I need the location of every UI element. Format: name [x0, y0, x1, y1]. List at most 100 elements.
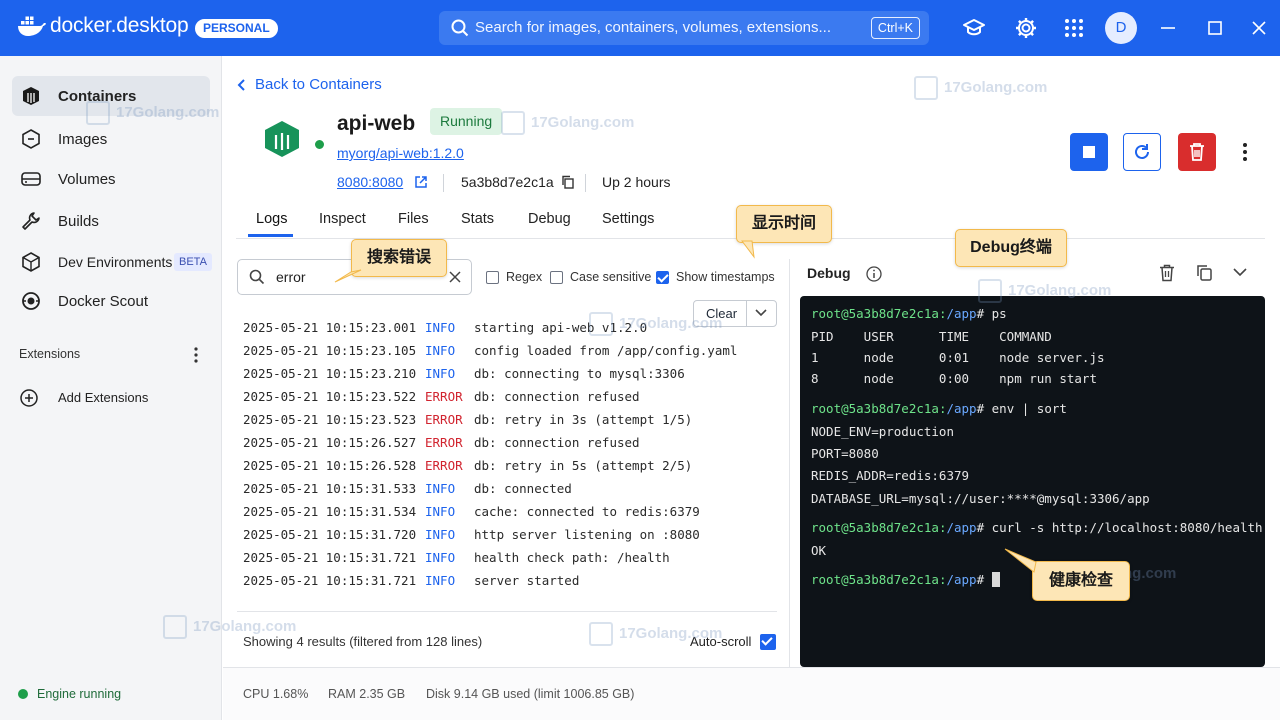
image-link[interactable]: myorg/api-web:1.2.0 [337, 145, 464, 161]
tab-files[interactable]: Files [398, 211, 429, 227]
containers-icon [23, 87, 39, 105]
sidebar-item-docker-scout[interactable]: Docker Scout [12, 281, 210, 321]
checkbox-label: Case sensitive [570, 270, 652, 284]
terminal-output-line: PORT=8080 [811, 446, 879, 461]
log-timestamp: 2025-05-21 10:15:31.533 [243, 481, 417, 496]
terminal-command: ps [991, 306, 1007, 321]
watermark-text: 17Golang.com [116, 103, 220, 121]
tab-inspect[interactable]: Inspect [319, 211, 366, 227]
port-link[interactable]: 8080:8080 [337, 174, 403, 190]
log-timestamp: 2025-05-21 10:15:23.210 [243, 366, 417, 381]
stop-icon [1083, 146, 1095, 158]
builds-wrench-icon [22, 212, 40, 230]
add-extensions-button[interactable]: Add Extensions [19, 388, 209, 410]
checkbox-label: Regex [506, 270, 543, 284]
restart-button[interactable] [1123, 133, 1161, 171]
sidebar-item-volumes[interactable]: Volumes [12, 159, 210, 199]
extensions-more-icon[interactable] [189, 346, 203, 364]
extensions-grid-icon[interactable] [1062, 16, 1086, 40]
log-message: db: retry in 3s (attempt 1/5) [474, 412, 693, 427]
log-level: INFO [425, 550, 456, 565]
terminal-command-line: root@5a3b8d7e2c1a:/app# ps [811, 306, 1007, 321]
log-timestamp: 2025-05-21 10:15:31.720 [243, 527, 417, 542]
log-message: health check path: /health [474, 550, 670, 565]
close-window-icon[interactable] [1248, 17, 1270, 39]
prompt-path: /app [946, 520, 977, 535]
user-avatar[interactable]: D [1105, 12, 1137, 44]
clear-search-icon[interactable] [449, 271, 461, 283]
delete-button[interactable] [1178, 133, 1216, 171]
search-placeholder: Search for images, containers, volumes, … [475, 19, 832, 36]
sidebar-item-label: Docker Scout [58, 292, 149, 310]
copy-icon[interactable] [1196, 264, 1213, 281]
debug-terminal[interactable]: root@5a3b8d7e2c1a:/app# ps PID USER TIME … [800, 296, 1265, 667]
tab-debug[interactable]: Debug [528, 211, 571, 227]
watermark-logo-icon [501, 111, 525, 135]
dev-environments-icon [22, 252, 40, 272]
checkbox-box [486, 270, 499, 284]
stop-button[interactable] [1070, 133, 1108, 171]
external-link-icon[interactable] [414, 175, 428, 189]
sidebar-item-images[interactable]: Images [12, 119, 210, 159]
settings-gear-icon[interactable] [1014, 16, 1038, 40]
active-tab-indicator [248, 234, 293, 237]
sidebar-item-label: Builds [58, 212, 99, 230]
chevron-down-icon[interactable] [1233, 267, 1247, 277]
watermark-logo-icon [589, 622, 613, 646]
terminal-output-line: NODE_ENV=production [811, 424, 954, 439]
log-level: INFO [425, 481, 456, 496]
search-icon [249, 269, 265, 285]
chevron-left-icon [237, 78, 245, 91]
disk-usage: Disk 9.14 GB used (limit 1006.85 GB) [426, 687, 635, 701]
log-message: config loaded from /app/config.yaml [474, 343, 738, 358]
terminal-command-line: root@5a3b8d7e2c1a:/app# curl -s http://l… [811, 520, 1263, 535]
tab-settings[interactable]: Settings [602, 211, 654, 227]
maximize-icon[interactable] [1204, 17, 1226, 39]
copy-icon[interactable] [561, 175, 575, 189]
regex-checkbox[interactable]: Regex [486, 270, 542, 284]
sidebar-item-builds[interactable]: Builds [12, 201, 210, 241]
restart-icon [1135, 144, 1149, 159]
annotation-debug-terminal: Debug终端 [955, 229, 1067, 267]
tab-stats[interactable]: Stats [461, 211, 494, 227]
log-level: ERROR [425, 458, 463, 473]
prompt-path: /app [946, 401, 977, 416]
sidebar-item-dev-environments[interactable]: Dev Environments BETA [12, 242, 212, 282]
docker-logo[interactable]: docker.desktop [16, 14, 189, 38]
tab-logs[interactable]: Logs [256, 211, 287, 227]
annotation-text: 健康检查 [1048, 572, 1113, 589]
meta-divider [443, 174, 444, 192]
log-message: db: retry in 5s (attempt 2/5) [474, 458, 693, 473]
trash-icon[interactable] [1159, 264, 1175, 282]
info-icon[interactable] [866, 266, 882, 282]
terminal-output-line: PID USER TIME COMMAND [811, 329, 1052, 344]
container-id: 5a3b8d7e2c1a [461, 174, 554, 190]
cpu-usage: CPU 1.68% [243, 687, 309, 701]
status-bar: CPU 1.68% RAM 2.35 GB Disk 9.14 GB used … [223, 667, 1280, 720]
more-options-icon[interactable] [1238, 142, 1252, 162]
show-timestamps-checkbox[interactable]: Show timestamps [656, 270, 775, 284]
global-search[interactable]: Search for images, containers, volumes, … [439, 11, 929, 45]
learning-center-icon[interactable] [962, 16, 986, 40]
chevron-down-icon[interactable] [755, 309, 767, 317]
log-timestamp: 2025-05-21 10:15:23.523 [243, 412, 417, 427]
watermark-logo-icon [163, 615, 187, 639]
case-sensitive-checkbox[interactable]: Case sensitive [550, 270, 651, 284]
back-to-containers-link[interactable]: Back to Containers [236, 76, 382, 93]
annotation-text: 显示时间 [751, 215, 816, 232]
minimize-icon[interactable] [1157, 17, 1179, 39]
debug-title: Debug [807, 265, 851, 281]
log-search-value: error [276, 269, 306, 285]
app-title: docker.desktop [50, 14, 189, 37]
watermark-logo-icon [589, 312, 613, 336]
docker-scout-icon [22, 292, 40, 310]
log-level: ERROR [425, 435, 463, 450]
terminal-output-line: 1 node 0:01 node server.js [811, 350, 1105, 365]
uptime: Up 2 hours [602, 174, 671, 190]
engine-status-dot [18, 689, 28, 699]
watermark: 17Golang.com [589, 312, 722, 336]
log-timestamp: 2025-05-21 10:15:31.721 [243, 550, 417, 565]
checkbox-box [760, 634, 776, 650]
volumes-icon [21, 172, 41, 186]
meta-divider [585, 174, 586, 192]
